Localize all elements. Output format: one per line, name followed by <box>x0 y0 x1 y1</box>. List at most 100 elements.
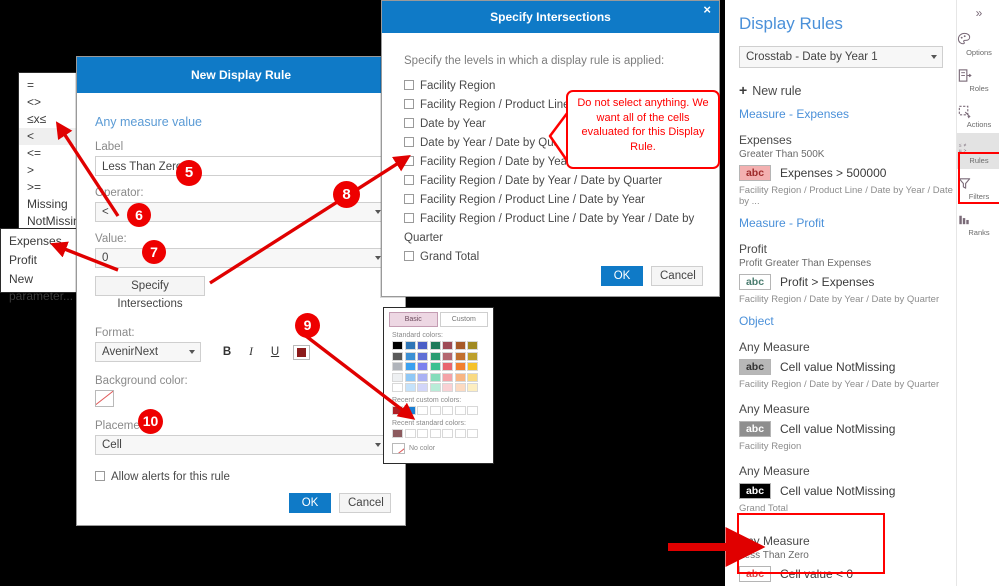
checkbox-icon[interactable] <box>404 156 414 166</box>
specify-intersections-button[interactable]: Specify Intersections <box>95 276 205 310</box>
color-swatch[interactable] <box>404 341 416 350</box>
color-swatch[interactable] <box>417 351 428 361</box>
color-swatch[interactable] <box>454 406 466 415</box>
color-swatch[interactable] <box>404 429 416 438</box>
tab-custom[interactable]: Custom <box>439 312 488 327</box>
expand-panel-button[interactable]: » <box>957 0 999 25</box>
color-swatch[interactable] <box>404 351 416 361</box>
rule-row[interactable]: abc Expenses > 500000 <box>739 165 957 181</box>
color-swatch[interactable] <box>417 429 428 438</box>
placement-select[interactable]: Cell <box>95 435 387 455</box>
checkbox-icon[interactable] <box>404 137 414 147</box>
color-swatch[interactable] <box>467 383 478 392</box>
value-select[interactable]: 0 <box>95 248 387 268</box>
rail-item-actions[interactable]: Actions <box>957 97 999 133</box>
specify-intersections-cancel-button[interactable]: Cancel <box>651 266 703 286</box>
color-swatch[interactable] <box>429 429 441 438</box>
tab-basic[interactable]: Basic <box>389 312 438 327</box>
font-color-swatch[interactable] <box>293 344 310 360</box>
color-swatch[interactable] <box>417 362 428 371</box>
new-display-rule-cancel-button[interactable]: Cancel <box>339 493 391 513</box>
color-swatch[interactable] <box>392 351 403 361</box>
color-swatch[interactable] <box>467 429 478 438</box>
level-row-8[interactable]: Grand Total <box>404 248 697 267</box>
color-swatch[interactable] <box>467 341 478 350</box>
color-swatch[interactable] <box>454 351 466 361</box>
checkbox-icon[interactable] <box>404 175 414 185</box>
bold-icon[interactable]: B <box>219 346 235 358</box>
standard-colors-grid[interactable] <box>384 341 493 392</box>
rule-row[interactable]: abc Profit > Expenses <box>739 274 957 290</box>
checkbox-icon[interactable] <box>95 471 105 481</box>
color-swatch[interactable] <box>442 429 453 438</box>
color-swatch[interactable] <box>404 383 416 392</box>
checkbox-icon[interactable] <box>404 251 414 261</box>
background-color-swatch[interactable] <box>95 390 114 407</box>
color-swatch[interactable] <box>454 372 466 382</box>
color-swatch[interactable] <box>429 372 441 382</box>
color-swatch[interactable] <box>417 372 428 382</box>
no-color-option[interactable]: No color <box>384 438 493 454</box>
color-swatch[interactable] <box>417 383 428 392</box>
color-swatch[interactable] <box>467 351 478 361</box>
color-swatch[interactable] <box>429 341 441 350</box>
color-swatch[interactable] <box>417 341 428 350</box>
italic-icon[interactable]: I <box>243 346 259 358</box>
checkbox-icon[interactable] <box>404 80 414 90</box>
new-display-rule-ok-button[interactable]: OK <box>289 493 331 513</box>
color-swatch[interactable] <box>467 372 478 382</box>
level-row-7[interactable]: Facility Region / Product Line / Date by… <box>404 210 697 248</box>
any-measure-value-link[interactable]: Any measure value <box>95 115 387 129</box>
object-select[interactable]: Crosstab - Date by Year 1 <box>739 46 943 68</box>
rail-item-roles[interactable]: Roles <box>957 61 999 97</box>
color-swatch[interactable] <box>442 341 453 350</box>
group-header-object[interactable]: Object <box>739 314 957 328</box>
color-swatch[interactable] <box>429 406 441 415</box>
rule-row[interactable]: abc Cell value NotMissing <box>739 359 957 375</box>
color-swatch[interactable] <box>442 351 453 361</box>
color-swatch[interactable] <box>467 406 478 415</box>
color-swatch[interactable] <box>442 372 453 382</box>
allow-alerts-checkbox[interactable]: Allow alerts for this rule <box>95 468 387 487</box>
color-swatch[interactable] <box>417 406 428 415</box>
color-swatch[interactable] <box>454 341 466 350</box>
color-swatch[interactable] <box>429 383 441 392</box>
rail-item-options[interactable]: Options <box>957 25 999 61</box>
checkbox-icon[interactable] <box>404 194 414 204</box>
color-swatch[interactable] <box>392 429 403 438</box>
color-swatch[interactable] <box>392 362 403 371</box>
level-row-5[interactable]: Facility Region / Date by Year / Date by… <box>404 172 697 191</box>
color-swatch[interactable] <box>392 406 403 415</box>
color-swatch[interactable] <box>392 372 403 382</box>
rule-row[interactable]: abc Cell value NotMissing <box>739 421 957 437</box>
color-swatch[interactable] <box>429 351 441 361</box>
font-select[interactable]: AvenirNext <box>95 342 201 362</box>
underline-icon[interactable]: U <box>267 346 283 358</box>
color-picker-popup[interactable]: Basic Custom Standard colors: Recent cus… <box>383 307 494 464</box>
color-swatch[interactable] <box>429 362 441 371</box>
group-header-measure-profit[interactable]: Measure - Profit <box>739 216 957 230</box>
color-swatch[interactable] <box>454 362 466 371</box>
rail-item-ranks[interactable]: Ranks <box>957 205 999 241</box>
recent-standard-colors-grid[interactable] <box>384 429 493 438</box>
color-swatch[interactable] <box>392 383 403 392</box>
level-row-6[interactable]: Facility Region / Product Line / Date by… <box>404 191 697 210</box>
checkbox-icon[interactable] <box>404 213 414 223</box>
color-swatch[interactable] <box>404 406 416 415</box>
color-swatch[interactable] <box>442 362 453 371</box>
color-swatch[interactable] <box>454 383 466 392</box>
close-icon[interactable]: × <box>703 3 711 16</box>
checkbox-icon[interactable] <box>404 99 414 109</box>
new-rule-button[interactable]: + New rule <box>739 82 957 98</box>
specify-intersections-ok-button[interactable]: OK <box>601 266 643 286</box>
label-input[interactable]: Less Than Zero <box>95 156 387 176</box>
color-swatch[interactable] <box>454 429 466 438</box>
color-swatch[interactable] <box>404 362 416 371</box>
rule-row[interactable]: abc Cell value NotMissing <box>739 483 957 499</box>
color-swatch[interactable] <box>442 406 453 415</box>
recent-custom-colors-grid[interactable] <box>384 406 493 415</box>
checkbox-icon[interactable] <box>404 118 414 128</box>
group-header-measure-expenses[interactable]: Measure - Expenses <box>739 107 957 121</box>
color-swatch[interactable] <box>442 383 453 392</box>
color-swatch[interactable] <box>392 341 403 350</box>
